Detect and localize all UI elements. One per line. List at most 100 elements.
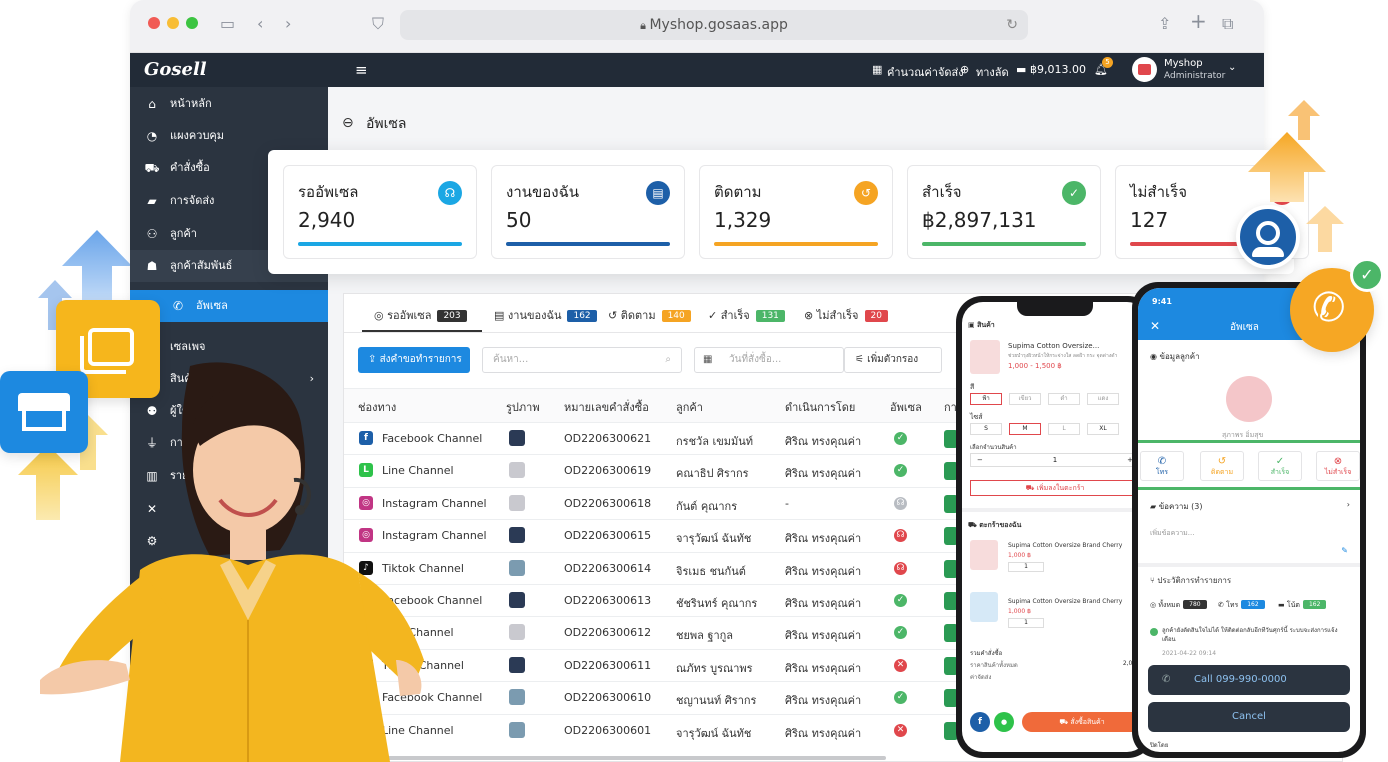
calculator-icon: ▦ (872, 63, 883, 76)
tab-success[interactable]: ✓ สำเร็จ 131 (708, 306, 785, 324)
tab-follow-up[interactable]: ↺ ติดตาม 140 (608, 306, 691, 324)
line-share-icon[interactable]: ● (994, 712, 1014, 732)
user-icon: ◉ (1150, 352, 1160, 361)
upsell-status-icon: ✕ (894, 658, 907, 672)
cart-header: ⛟ ตะกร้าของฉัน (968, 521, 1022, 529)
calendar-icon: ▦ (703, 354, 713, 365)
facebook-share-icon[interactable]: f (970, 712, 990, 732)
chevron-down-icon[interactable]: ⌄ (1228, 62, 1236, 73)
close-icon[interactable]: ✕ (1150, 319, 1160, 333)
footer-label: ปิดโดย (1150, 742, 1169, 749)
size-option[interactable]: XL (1087, 423, 1119, 435)
tab-failed[interactable]: ⊗ ไม่สำเร็จ 20 (804, 306, 888, 324)
address-bar[interactable]: 🔒︎ Myshop.gosaas.app ↻ (400, 10, 1028, 40)
shipping-calc-link[interactable]: คำนวณค่าจัดส่ง (887, 63, 964, 81)
brand-logo[interactable]: Gosell (144, 59, 207, 80)
share-icon[interactable]: ⇪ (1158, 15, 1171, 33)
call-action-button[interactable]: ✆ โทร (1140, 451, 1184, 481)
buy-button[interactable]: ⛟ สั่งซื้อสินค้า (1022, 712, 1142, 732)
history-icon: ↺ (854, 181, 878, 205)
success-action-button[interactable]: ✓ สำเร็จ (1258, 451, 1302, 481)
date-filter-input[interactable]: ▦ วันที่สั่งซื้อ... (694, 347, 844, 373)
size-option[interactable]: L (1048, 423, 1080, 435)
wallet-balance[interactable]: ฿9,013.00 (1030, 63, 1086, 76)
hamburger-menu-icon[interactable]: ≡ (355, 61, 368, 79)
stat-card-pending[interactable]: รออัพเซล 2,940 ☊ (283, 165, 477, 259)
upsell-status-icon: ✓ (894, 594, 907, 607)
minimize-window-dot[interactable] (167, 17, 179, 29)
decor-arrow-right-small (1288, 100, 1320, 140)
order-number[interactable]: OD2206300621 (564, 432, 651, 445)
sidebar-toggle-icon[interactable]: ▭ (220, 15, 235, 33)
tab-count: 162 (1241, 600, 1265, 609)
reload-icon[interactable]: ↻ (1006, 10, 1018, 40)
upsell-status-icon: ✓ (894, 432, 907, 445)
truck-icon: ▰ (147, 194, 157, 208)
order-number[interactable]: OD2206300612 (564, 626, 651, 639)
product-section-header: ▣ สินค้า (968, 321, 995, 329)
color-option[interactable]: ฟ้า (970, 393, 1002, 405)
size-option[interactable]: S (970, 423, 1002, 435)
order-number[interactable]: OD2206300610 (564, 691, 651, 704)
product-thumb (509, 494, 525, 511)
qty-stepper[interactable]: −1 + (970, 453, 1140, 467)
history-tab-all[interactable]: ◎ ทั้งหมด 780 (1150, 600, 1207, 611)
history-header: ⑂ ประวัติการทำรายการ (1150, 576, 1232, 585)
order-number[interactable]: OD2206300614 (564, 562, 651, 575)
cart-icon: ⛟ (1059, 718, 1071, 726)
col-handled-by: ดำเนินการโดย (785, 401, 856, 414)
history-tab-calls[interactable]: ✆ โทร 162 (1218, 600, 1265, 611)
cart-item-qty[interactable]: 1 (1008, 618, 1044, 628)
order-number[interactable]: OD2206300618 (564, 497, 651, 510)
order-number[interactable]: OD2206300613 (564, 594, 651, 607)
color-option[interactable]: ดำ (1048, 393, 1080, 405)
follow-up-action-button[interactable]: ↺ ติดตาม (1200, 451, 1244, 481)
history-tab-notes[interactable]: ▬ โน้ต 162 (1278, 600, 1327, 611)
color-option[interactable]: เขียว (1009, 393, 1041, 405)
stat-value: 50 (506, 208, 532, 232)
cancel-sheet-button[interactable]: Cancel (1148, 702, 1350, 732)
tabs-overview-icon[interactable]: ⧉ (1222, 15, 1233, 33)
close-window-dot[interactable] (148, 17, 160, 29)
order-number[interactable]: OD2206300619 (564, 464, 651, 477)
back-arrow-icon[interactable]: ⊖ (342, 115, 354, 131)
sidebar-item-home[interactable]: ⌂ หน้าหลัก (130, 88, 328, 120)
stat-card-follow-up[interactable]: ติดตาม 1,329 ↺ (699, 165, 893, 259)
order-number[interactable]: OD2206300601 (564, 724, 651, 737)
users-icon: ⚇ (146, 227, 158, 241)
stat-card-my-tasks[interactable]: งานของฉัน 50 ▤ (491, 165, 685, 259)
sidebar-item-dashboard[interactable]: ◔ แผงควบคุม (130, 120, 328, 152)
upsell-status-icon: ☊ (894, 561, 907, 575)
shield-icon[interactable]: ⛉ (372, 15, 384, 33)
minus-icon[interactable]: − (977, 454, 983, 466)
stat-card-success[interactable]: สำเร็จ ฿2,897,131 ✓ (907, 165, 1101, 259)
order-number[interactable]: OD2206300611 (564, 659, 651, 672)
upsell-status-icon: ✕ (894, 723, 907, 737)
size-option[interactable]: M (1009, 423, 1041, 435)
message-header[interactable]: ▰ ข้อความ (3) (1150, 500, 1202, 513)
phone-call-icon: ✆ (1312, 285, 1346, 331)
product-thumb (509, 559, 525, 576)
back-icon[interactable]: ‹ (257, 15, 263, 33)
cart-item-qty[interactable]: 1 (1008, 562, 1044, 572)
edit-icon[interactable]: ✎ (1341, 546, 1348, 555)
forward-icon[interactable]: › (285, 15, 291, 33)
new-tab-icon[interactable]: + (1190, 11, 1207, 31)
call-sheet-button[interactable]: ✆ Call 099-990-0000 (1148, 665, 1350, 695)
shortcut-link[interactable]: ทางลัด (976, 63, 1009, 81)
add-filter-button[interactable]: ⚟ เพิ่มตัวกรอง (844, 347, 942, 373)
add-to-cart-button[interactable]: ⛟ เพิ่มลงในตะกร้า (970, 480, 1140, 496)
tab-my-tasks[interactable]: ▤ งานของฉัน 162 (494, 306, 597, 324)
shop-avatar[interactable] (1132, 57, 1157, 82)
maximize-window-dot[interactable] (186, 17, 198, 29)
product-thumb (509, 430, 525, 446)
tab-count: 140 (661, 310, 691, 322)
check-icon: ✓ (1062, 181, 1086, 205)
tab-pending[interactable]: ◎ รออัพเซล 203 (374, 306, 467, 324)
search-input[interactable]: ค้นหา... ⌕ (482, 347, 682, 373)
fail-action-button[interactable]: ⊗ ไม่สำเร็จ (1316, 451, 1360, 481)
stat-value: 127 (1130, 208, 1169, 232)
message-input[interactable]: เพิ่มข้อความ... (1150, 528, 1194, 539)
order-number[interactable]: OD2206300615 (564, 529, 651, 542)
color-option[interactable]: แดง (1087, 393, 1119, 405)
